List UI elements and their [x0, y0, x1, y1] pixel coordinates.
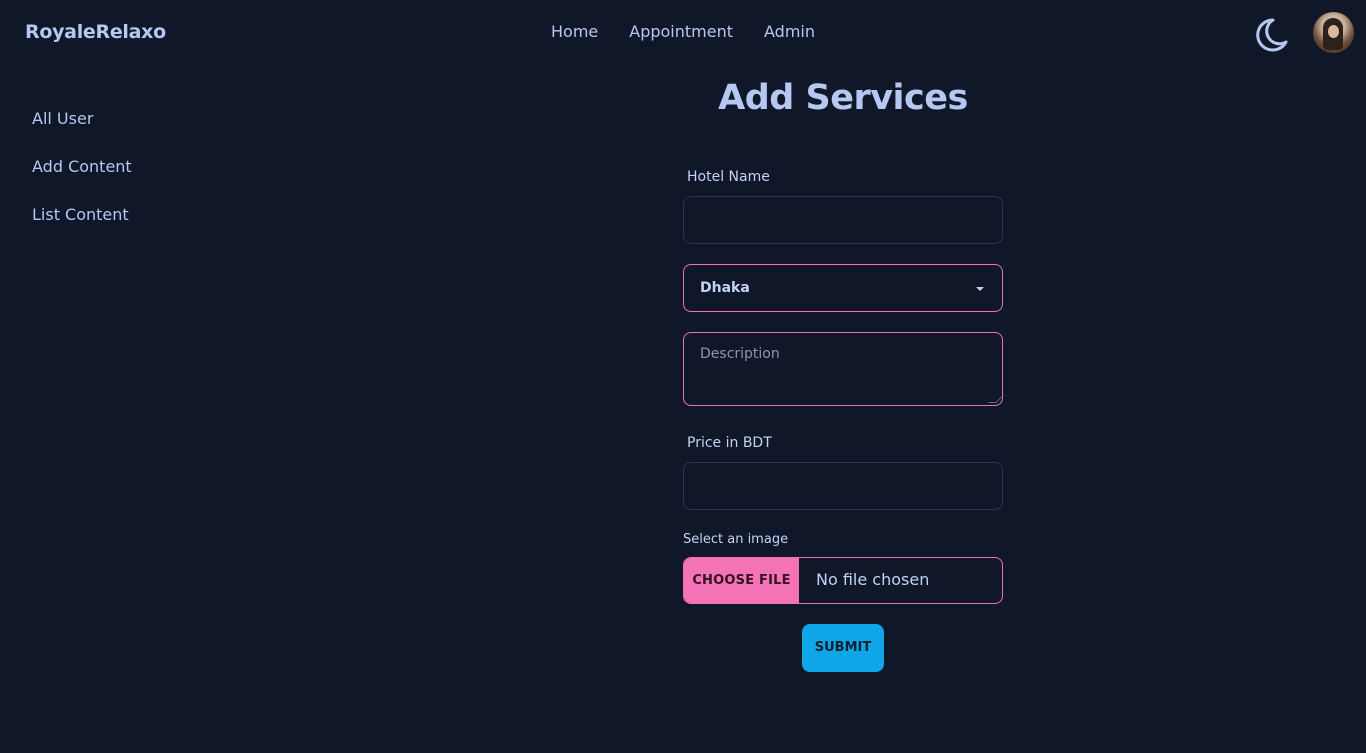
image-label: Select an image — [683, 532, 789, 547]
choose-file-button[interactable]: CHOOSE FILE — [684, 558, 799, 603]
sidebar-item-add-content[interactable]: Add Content — [32, 156, 132, 204]
moon-icon[interactable] — [1250, 14, 1290, 54]
avatar-face — [1328, 25, 1339, 38]
nav-link-appointment[interactable]: Appointment — [629, 22, 733, 41]
chevron-down-icon — [976, 287, 984, 291]
resize-handle-icon[interactable] — [988, 395, 1004, 403]
submit-button[interactable]: SUBMIT — [802, 624, 884, 672]
nav-link-admin[interactable]: Admin — [764, 22, 815, 41]
price-input[interactable] — [683, 462, 1003, 510]
location-select[interactable]: Dhaka — [683, 264, 1003, 312]
user-avatar[interactable] — [1313, 12, 1354, 53]
nav-links: Home Appointment Admin — [0, 22, 1366, 41]
description-textarea[interactable]: Description — [683, 332, 1004, 406]
image-file-input[interactable]: CHOOSE FILE No file chosen — [683, 557, 1003, 604]
hotel-name-label: Hotel Name — [687, 169, 770, 185]
price-label: Price in BDT — [687, 435, 772, 451]
page-title: Add Services — [718, 78, 968, 118]
description-placeholder: Description — [700, 346, 780, 362]
sidebar-item-all-user[interactable]: All User — [32, 108, 132, 156]
sidebar-item-list-content[interactable]: List Content — [32, 204, 132, 252]
location-selected-value: Dhaka — [700, 280, 750, 296]
sidebar: All User Add Content List Content — [32, 108, 132, 252]
hotel-name-input[interactable] — [683, 196, 1003, 244]
file-status: No file chosen — [816, 570, 930, 589]
top-navbar: RoyaleRelaxo Home Appointment Admin — [0, 0, 1366, 66]
nav-link-home[interactable]: Home — [551, 22, 598, 41]
